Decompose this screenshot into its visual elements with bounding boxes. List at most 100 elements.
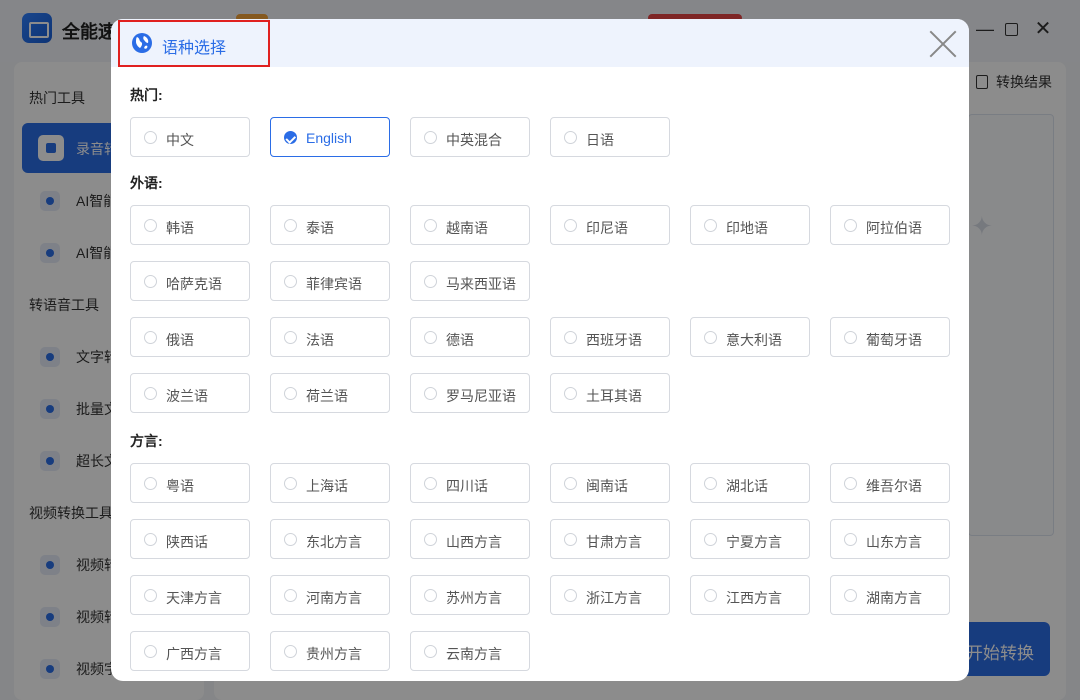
language-option[interactable]: 粤语	[130, 463, 250, 503]
radio-icon	[704, 589, 717, 602]
language-option[interactable]: 德语	[410, 317, 530, 357]
language-option-label: 苏州方言	[446, 590, 502, 606]
radio-icon	[704, 219, 717, 232]
language-option[interactable]: 印尼语	[550, 205, 670, 245]
radio-icon	[144, 219, 157, 232]
language-option-label: 罗马尼亚语	[446, 388, 516, 404]
language-option[interactable]: 湖南方言	[830, 575, 950, 615]
section-label: 外语:	[130, 175, 163, 191]
language-option[interactable]: 四川话	[410, 463, 530, 503]
language-option[interactable]: 上海话	[270, 463, 390, 503]
language-option[interactable]: 江西方言	[690, 575, 810, 615]
radio-icon	[144, 533, 157, 546]
language-option-label: 意大利语	[726, 332, 782, 348]
language-option[interactable]: 西班牙语	[550, 317, 670, 357]
language-option[interactable]: 闽南话	[550, 463, 670, 503]
language-option-label: 宁夏方言	[726, 534, 782, 550]
language-option-label: 山东方言	[866, 534, 922, 550]
language-option-label: 浙江方言	[586, 590, 642, 606]
language-option[interactable]: 维吾尔语	[830, 463, 950, 503]
radio-icon	[564, 589, 577, 602]
language-option[interactable]: 浙江方言	[550, 575, 670, 615]
radio-icon	[704, 533, 717, 546]
radio-icon	[564, 131, 577, 144]
radio-icon	[284, 331, 297, 344]
language-option[interactable]: 荷兰语	[270, 373, 390, 413]
language-option[interactable]: 云南方言	[410, 631, 530, 671]
language-option-label: 广西方言	[166, 646, 222, 662]
radio-icon	[844, 477, 857, 490]
language-option[interactable]: 东北方言	[270, 519, 390, 559]
language-option[interactable]: 日语	[550, 117, 670, 157]
radio-icon	[144, 131, 157, 144]
language-option-label: 哈萨克语	[166, 276, 222, 292]
language-option-label: 上海话	[306, 478, 348, 494]
language-option-label: 湖北话	[726, 478, 768, 494]
language-option[interactable]: 印地语	[690, 205, 810, 245]
language-option-label: 湖南方言	[866, 590, 922, 606]
language-option[interactable]: 中英混合	[410, 117, 530, 157]
radio-icon	[144, 645, 157, 658]
section-label: 热门:	[130, 87, 163, 103]
language-option-label: 马来西亚语	[446, 276, 516, 292]
language-option[interactable]: 法语	[270, 317, 390, 357]
language-option[interactable]: 甘肃方言	[550, 519, 670, 559]
language-option[interactable]: 俄语	[130, 317, 250, 357]
language-option[interactable]: English	[270, 117, 390, 157]
language-option-label: 阿拉伯语	[866, 220, 922, 236]
language-option[interactable]: 苏州方言	[410, 575, 530, 615]
radio-icon	[424, 645, 437, 658]
language-option-label: 闽南话	[586, 478, 628, 494]
language-option-label: 俄语	[166, 332, 194, 348]
language-option[interactable]: 菲律宾语	[270, 261, 390, 301]
language-option[interactable]: 广西方言	[130, 631, 250, 671]
language-option[interactable]: 河南方言	[270, 575, 390, 615]
language-option[interactable]: 葡萄牙语	[830, 317, 950, 357]
language-option-label: 土耳其语	[586, 388, 642, 404]
radio-icon	[704, 477, 717, 490]
radio-icon	[424, 331, 437, 344]
language-option-label: 贵州方言	[306, 646, 362, 662]
language-option[interactable]: 韩语	[130, 205, 250, 245]
radio-icon	[284, 275, 297, 288]
radio-icon	[284, 533, 297, 546]
language-option-label: 维吾尔语	[866, 478, 922, 494]
language-option-label: 泰语	[306, 220, 334, 236]
close-icon[interactable]	[929, 30, 957, 58]
language-option[interactable]: 天津方言	[130, 575, 250, 615]
language-option[interactable]: 宁夏方言	[690, 519, 810, 559]
language-option[interactable]: 湖北话	[690, 463, 810, 503]
radio-icon	[144, 477, 157, 490]
language-option[interactable]: 马来西亚语	[410, 261, 530, 301]
language-option-label: 波兰语	[166, 388, 208, 404]
language-option[interactable]: 贵州方言	[270, 631, 390, 671]
language-option[interactable]: 中文	[130, 117, 250, 157]
radio-icon	[424, 131, 437, 144]
language-option-label: 甘肃方言	[586, 534, 642, 550]
radio-icon	[284, 589, 297, 602]
language-option[interactable]: 陕西话	[130, 519, 250, 559]
radio-icon	[424, 589, 437, 602]
language-option-label: 西班牙语	[586, 332, 642, 348]
language-option[interactable]: 泰语	[270, 205, 390, 245]
language-option[interactable]: 罗马尼亚语	[410, 373, 530, 413]
radio-icon	[144, 275, 157, 288]
language-option[interactable]: 波兰语	[130, 373, 250, 413]
dialog-header: 语种选择	[111, 19, 969, 67]
radio-icon	[284, 477, 297, 490]
language-option-label: 陕西话	[166, 534, 208, 550]
radio-icon	[844, 331, 857, 344]
radio-icon	[564, 331, 577, 344]
language-option-label: 江西方言	[726, 590, 782, 606]
language-option-label: 日语	[586, 132, 614, 148]
radio-checked-icon	[284, 131, 297, 144]
language-option[interactable]: 哈萨克语	[130, 261, 250, 301]
radio-icon	[424, 275, 437, 288]
language-option[interactable]: 越南语	[410, 205, 530, 245]
radio-icon	[704, 331, 717, 344]
language-option[interactable]: 山东方言	[830, 519, 950, 559]
language-option[interactable]: 土耳其语	[550, 373, 670, 413]
language-option[interactable]: 意大利语	[690, 317, 810, 357]
language-option[interactable]: 阿拉伯语	[830, 205, 950, 245]
language-option[interactable]: 山西方言	[410, 519, 530, 559]
